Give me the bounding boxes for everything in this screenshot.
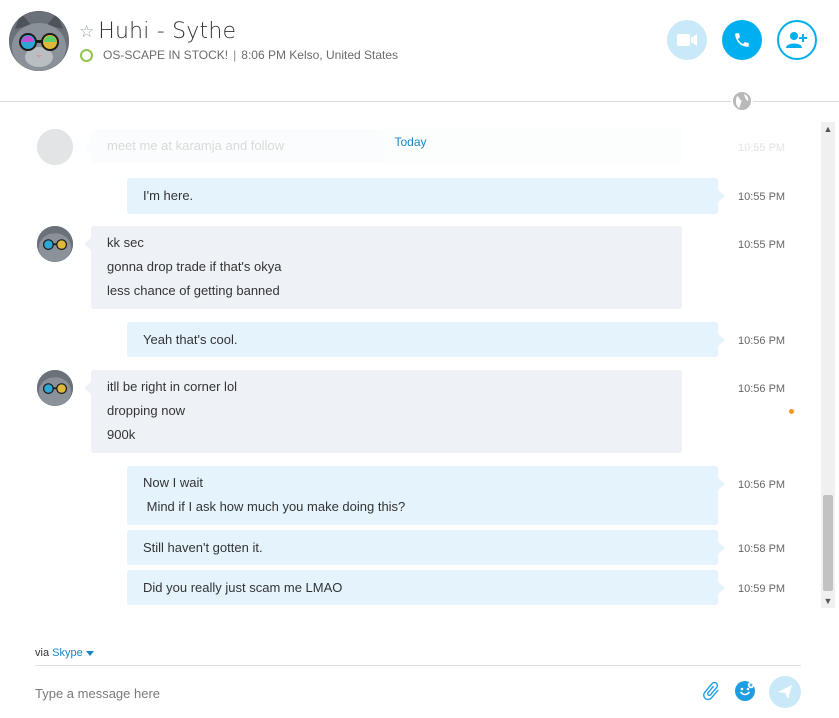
mood-message: OS-SCAPE IN STOCK! xyxy=(103,48,229,62)
attach-button[interactable] xyxy=(700,680,722,702)
scroll-thumb[interactable] xyxy=(823,495,833,591)
message-text: less chance of getting banned xyxy=(107,283,280,298)
contact-name[interactable]: Huhi - Sythe xyxy=(98,19,236,44)
message-text: Did you really just scam me LMAO xyxy=(143,580,343,595)
message-bubble-outgoing[interactable]: I'm here. xyxy=(127,178,725,214)
paperclip-icon xyxy=(703,681,719,701)
star-outline-icon[interactable]: ☆ xyxy=(79,23,94,40)
message-text: gonna drop trade if that's okya xyxy=(107,259,282,274)
message-text: Still haven't gotten it. xyxy=(143,540,263,555)
unread-indicator xyxy=(789,409,794,414)
message-bubble-outgoing[interactable]: Did you really just scam me LMAO xyxy=(127,570,725,605)
contact-status: OS-SCAPE IN STOCK! | 8:06 PM Kelso, Unit… xyxy=(80,48,398,62)
message-timestamp: 10:56 PM xyxy=(738,479,786,491)
scroll-up-icon[interactable]: ▲ xyxy=(821,122,835,136)
contact-avatar-small[interactable] xyxy=(37,226,73,262)
contact-avatar[interactable] xyxy=(9,11,69,71)
local-time-location: 8:06 PM Kelso, United States xyxy=(241,48,399,62)
message-bubble-outgoing[interactable]: Yeah that's cool. xyxy=(127,322,725,357)
message-text: itll be right in corner lol xyxy=(107,379,238,394)
chat-scrollbar[interactable]: ▲ ▼ xyxy=(821,122,835,608)
message-text: Yeah that's cool. xyxy=(143,332,238,347)
video-call-icon xyxy=(677,34,697,46)
message-bubble-outgoing[interactable]: Still haven't gotten it. xyxy=(127,530,725,565)
message-text: Mind if I ask how much you make doing th… xyxy=(143,499,406,514)
conversation-header: ☆ Huhi - Sythe OS-SCAPE IN STOCK! | 8:06… xyxy=(0,0,839,102)
send-icon xyxy=(778,685,792,699)
message-list[interactable]: meet me at karamja and follow 10:55 PM T… xyxy=(0,101,821,611)
video-call-button[interactable] xyxy=(667,20,707,60)
message-input[interactable] xyxy=(35,684,675,702)
service-name[interactable]: Skype xyxy=(52,647,83,659)
message-timestamp: 10:58 PM xyxy=(738,543,786,555)
contact-avatar-small[interactable] xyxy=(37,370,73,406)
via-label: via xyxy=(35,647,50,659)
message-text: I'm here. xyxy=(143,188,194,203)
phone-icon xyxy=(735,33,749,47)
add-people-button[interactable] xyxy=(777,20,817,60)
message-text: kk sec xyxy=(107,235,144,250)
message-timestamp: 10:55 PM xyxy=(738,191,786,203)
emoticon-button[interactable] xyxy=(735,681,755,701)
message-text: dropping now xyxy=(107,403,186,418)
message-timestamp: 10:59 PM xyxy=(738,583,786,595)
scroll-down-icon[interactable]: ▼ xyxy=(821,594,835,608)
date-divider: Today xyxy=(394,135,427,149)
emoticon-icon xyxy=(736,681,755,700)
send-button[interactable] xyxy=(769,676,801,708)
via-service-selector[interactable]: via Skype xyxy=(35,647,94,659)
message-timestamp: 10:56 PM xyxy=(738,383,786,395)
message-bubble-incoming[interactable]: kk sec gonna drop trade if that's okya l… xyxy=(84,226,682,309)
message-bubble-incoming[interactable]: itll be right in corner lol dropping now… xyxy=(84,370,682,453)
chevron-down-icon[interactable] xyxy=(85,650,94,656)
status-separator: | xyxy=(233,48,237,62)
message-bubble-outgoing[interactable]: Now I wait Mind if I ask how much you ma… xyxy=(127,466,725,525)
audio-call-button[interactable] xyxy=(722,20,762,60)
message-timestamp: 10:56 PM xyxy=(738,335,786,347)
presence-online-icon xyxy=(80,48,93,62)
composer-divider xyxy=(35,665,801,666)
message-timestamp: 10:55 PM xyxy=(738,239,786,251)
message-text: 900k xyxy=(107,427,136,442)
add-people-icon xyxy=(786,32,807,48)
message-text: Now I wait xyxy=(143,475,203,490)
